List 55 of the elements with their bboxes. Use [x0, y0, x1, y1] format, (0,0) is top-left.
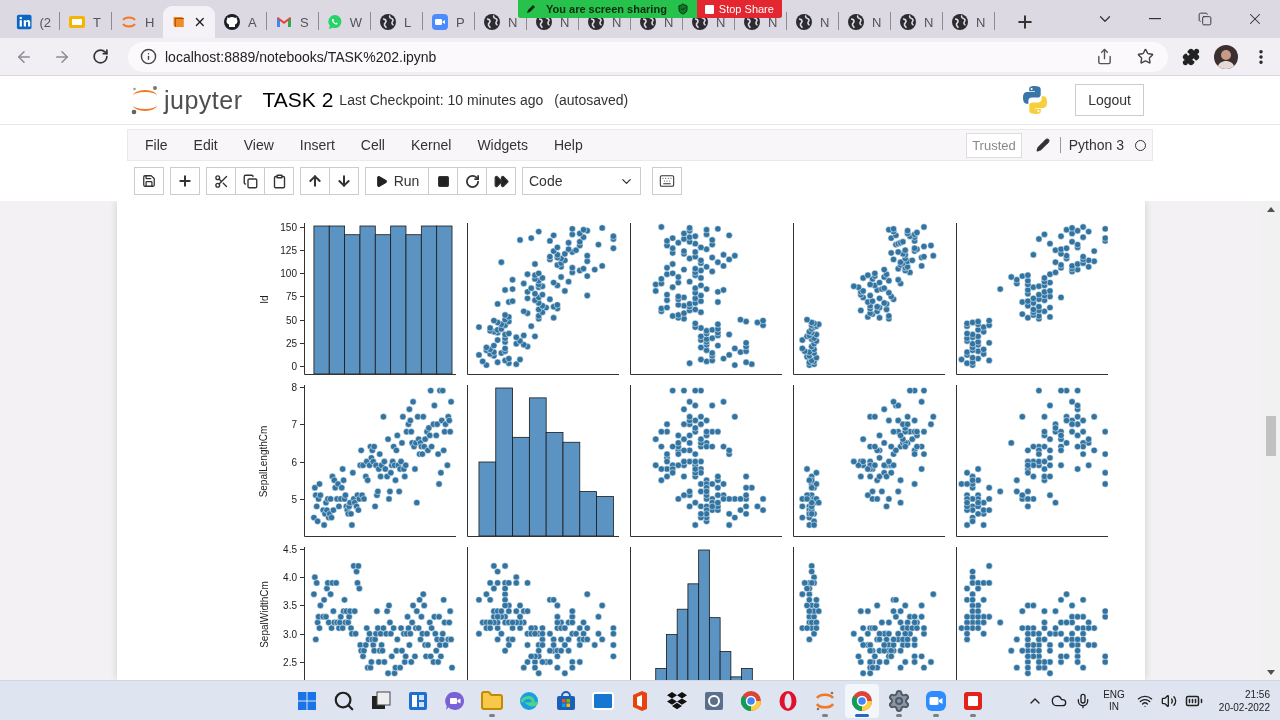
- browser-tab[interactable]: N: [943, 6, 994, 38]
- axis-tick-label: 25: [285, 337, 297, 349]
- browser-tab[interactable]: S: [267, 6, 318, 38]
- axis-tick-label: 50: [285, 314, 297, 326]
- axis-tick-label: 150: [280, 221, 297, 233]
- axis-tick-label: 125: [280, 244, 297, 256]
- sharing-message: You are screen sharing: [546, 3, 667, 15]
- browser-tab[interactable]: A: [215, 6, 266, 38]
- axis-tick-label: 3.0: [283, 628, 297, 640]
- menu-item[interactable]: File: [132, 137, 181, 153]
- checkpoint-status: Last Checkpoint: 10 minutes ago: [339, 92, 544, 108]
- autosave-status: (autosaved): [554, 92, 629, 108]
- browser-tab[interactable]: N: [891, 6, 942, 38]
- trusted-button[interactable]: Trusted: [966, 132, 1022, 158]
- browser-tab[interactable]: H: [112, 6, 163, 38]
- menu-item[interactable]: View: [230, 137, 287, 153]
- browser-tab[interactable]: (2: [8, 6, 59, 38]
- axis-tick-label: 3.5: [283, 599, 297, 611]
- clock[interactable]: 21:56 20-02-2022: [1218, 687, 1270, 714]
- notebook-title[interactable]: TASK 2: [262, 88, 334, 112]
- axis-tick-label: 7: [291, 418, 297, 430]
- axis-tick-label: 4.0: [283, 571, 297, 583]
- logout-button[interactable]: Logout: [1075, 84, 1144, 116]
- menu-item[interactable]: Edit: [180, 137, 231, 153]
- axis-tick-label: 6: [291, 456, 297, 468]
- address-bar[interactable]: localhost:8889/notebooks/TASK%202.ipynb: [128, 41, 1168, 72]
- url-text: localhost:8889/notebooks/TASK%202.ipynb: [165, 48, 438, 65]
- browser-tab[interactable]: N: [839, 6, 890, 38]
- axis-label: SepalWidthCm: [258, 580, 270, 648]
- browser-tab[interactable]: N: [787, 6, 838, 38]
- axis-tick-label: 8: [291, 381, 297, 393]
- menu-item[interactable]: Cell: [347, 137, 398, 153]
- kernel-name[interactable]: Python 3: [1059, 137, 1124, 153]
- menu-item[interactable]: Kernel: [397, 137, 465, 153]
- axis-tick-label: 4.5: [283, 543, 297, 555]
- browser-tab[interactable]: P: [423, 6, 474, 38]
- stop-share-button[interactable]: Stop Share: [696, 0, 782, 18]
- menu-item[interactable]: Insert: [286, 137, 348, 153]
- language-indicator[interactable]: ENG IN: [1103, 688, 1125, 713]
- axis-label: SepalLengthCm: [258, 425, 270, 497]
- axis-tick-label: 75: [285, 291, 297, 302]
- axis-tick-label: 5: [291, 493, 297, 505]
- run-button[interactable]: Run: [365, 167, 429, 195]
- browser-tab[interactable]: L: [371, 6, 422, 38]
- axis-label: Id: [258, 294, 270, 304]
- menu-item[interactable]: Help: [540, 137, 596, 153]
- logo-text: jupyter: [164, 85, 243, 115]
- axis-tick-label: 2.5: [283, 656, 297, 668]
- browser-tab[interactable]: W: [319, 6, 370, 38]
- cell-type-select[interactable]: Code: [522, 167, 641, 195]
- browser-tab[interactable]: T: [60, 6, 111, 38]
- menu-item[interactable]: Widgets: [464, 137, 541, 153]
- axis-tick-label: 0: [291, 360, 297, 372]
- browser-tab[interactable]: N: [475, 6, 526, 38]
- axis-tick-label: 100: [280, 267, 297, 279]
